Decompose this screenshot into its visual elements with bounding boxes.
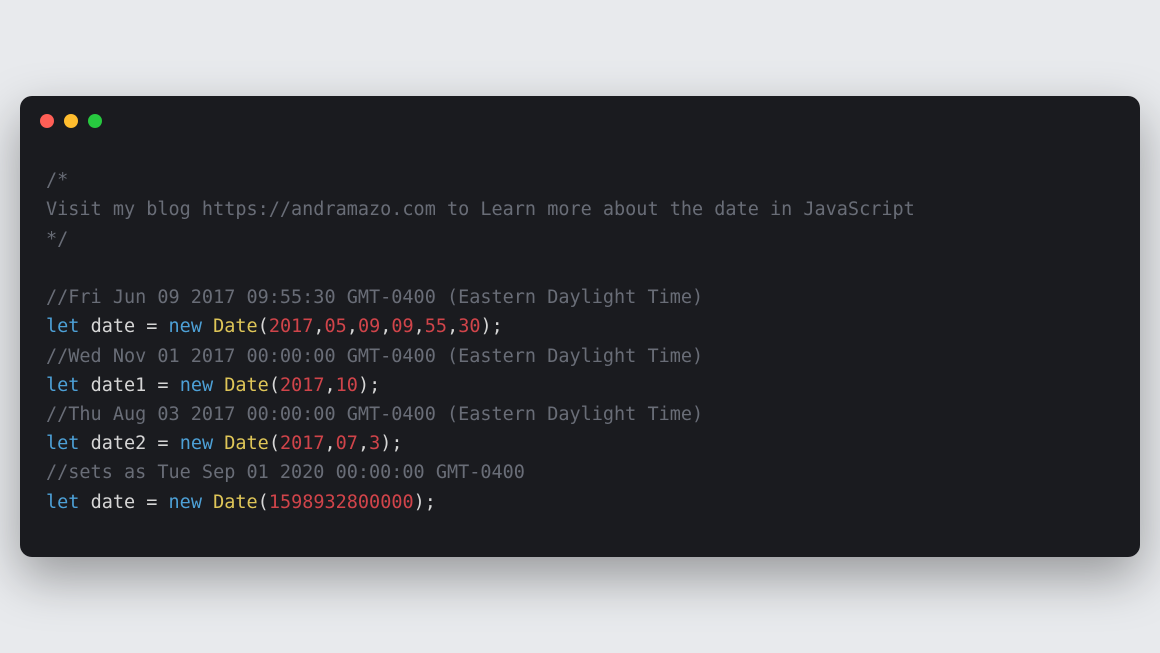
operator-equals: = bbox=[135, 316, 168, 337]
code-area: /* Visit my blog https://andramazo.com t… bbox=[20, 136, 1140, 557]
paren-open: ( bbox=[258, 492, 269, 513]
comma: , bbox=[447, 316, 458, 337]
number: 30 bbox=[458, 316, 480, 337]
paren-open: ( bbox=[258, 316, 269, 337]
keyword-new: new bbox=[180, 375, 213, 396]
identifier: date bbox=[91, 316, 136, 337]
titlebar bbox=[20, 96, 1140, 136]
paren-close: ); bbox=[380, 433, 402, 454]
block-comment-open: /* bbox=[46, 170, 68, 191]
keyword-new: new bbox=[169, 492, 202, 513]
keyword-let: let bbox=[46, 433, 79, 454]
number: 2017 bbox=[280, 375, 325, 396]
comma: , bbox=[414, 316, 425, 337]
paren-open: ( bbox=[269, 433, 280, 454]
number: 2017 bbox=[269, 316, 314, 337]
comma: , bbox=[358, 433, 369, 454]
block-comment-body: Visit my blog https://andramazo.com to L… bbox=[46, 199, 915, 220]
number: 07 bbox=[336, 433, 358, 454]
number: 55 bbox=[425, 316, 447, 337]
block-comment-close: */ bbox=[46, 229, 68, 250]
paren-close: ); bbox=[414, 492, 436, 513]
number: 05 bbox=[325, 316, 347, 337]
number: 3 bbox=[369, 433, 380, 454]
comma: , bbox=[380, 316, 391, 337]
class-date: Date bbox=[213, 492, 258, 513]
paren-open: ( bbox=[269, 375, 280, 396]
number: 10 bbox=[336, 375, 358, 396]
minimize-icon[interactable] bbox=[64, 114, 78, 128]
number: 09 bbox=[391, 316, 413, 337]
operator-equals: = bbox=[146, 375, 179, 396]
number: 09 bbox=[358, 316, 380, 337]
identifier: date bbox=[91, 492, 136, 513]
code-window: /* Visit my blog https://andramazo.com t… bbox=[20, 96, 1140, 557]
maximize-icon[interactable] bbox=[88, 114, 102, 128]
number: 2017 bbox=[280, 433, 325, 454]
close-icon[interactable] bbox=[40, 114, 54, 128]
paren-close: ); bbox=[358, 375, 380, 396]
class-date: Date bbox=[213, 316, 258, 337]
keyword-let: let bbox=[46, 375, 79, 396]
identifier: date1 bbox=[91, 375, 147, 396]
comment-line-4: //sets as Tue Sep 01 2020 00:00:00 GMT-0… bbox=[46, 462, 525, 483]
comma: , bbox=[347, 316, 358, 337]
comment-line-2: //Wed Nov 01 2017 00:00:00 GMT-0400 (Eas… bbox=[46, 346, 703, 367]
comma: , bbox=[325, 433, 336, 454]
comment-line-3: //Thu Aug 03 2017 00:00:00 GMT-0400 (Eas… bbox=[46, 404, 703, 425]
keyword-new: new bbox=[169, 316, 202, 337]
class-date: Date bbox=[224, 433, 269, 454]
number: 1598932800000 bbox=[269, 492, 414, 513]
comment-line-1: //Fri Jun 09 2017 09:55:30 GMT-0400 (Eas… bbox=[46, 287, 703, 308]
comma: , bbox=[313, 316, 324, 337]
class-date: Date bbox=[224, 375, 269, 396]
keyword-new: new bbox=[180, 433, 213, 454]
operator-equals: = bbox=[146, 433, 179, 454]
identifier: date2 bbox=[91, 433, 147, 454]
comma: , bbox=[325, 375, 336, 396]
keyword-let: let bbox=[46, 316, 79, 337]
operator-equals: = bbox=[135, 492, 168, 513]
keyword-let: let bbox=[46, 492, 79, 513]
paren-close: ); bbox=[480, 316, 502, 337]
